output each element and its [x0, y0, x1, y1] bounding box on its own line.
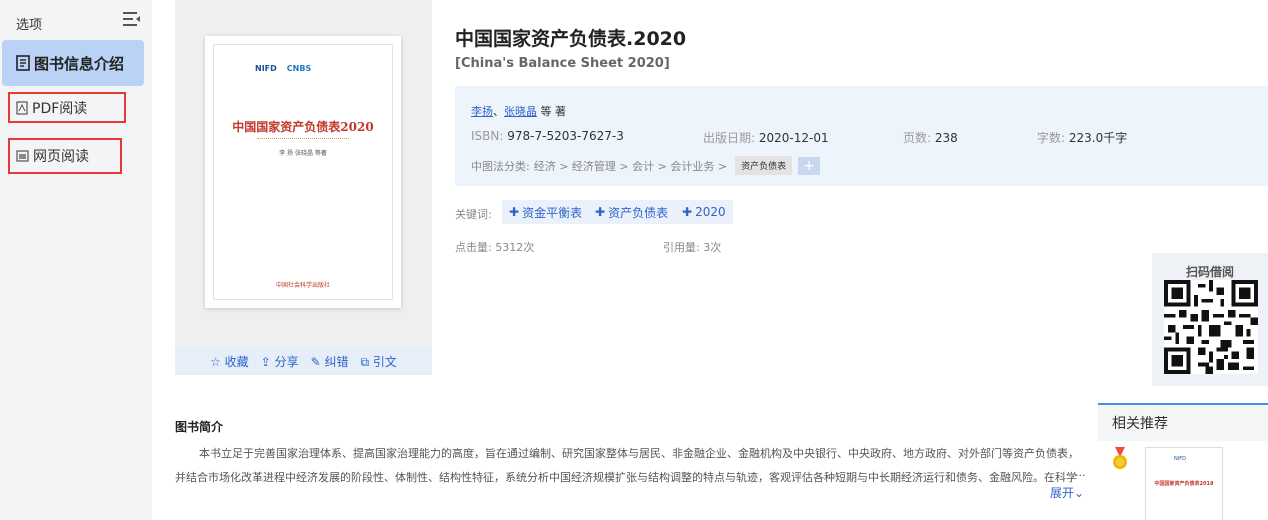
isbn-value: 978-7-5203-7627-3 — [507, 129, 624, 143]
share-label: 分享 — [274, 354, 299, 369]
cover-publisher: 中国社会科学出版社 — [275, 282, 330, 289]
share-icon: ⇪ — [260, 354, 271, 369]
related-book-logo: NIFD — [1174, 456, 1186, 462]
correct-error-button[interactable]: ✎ 纠错 — [311, 353, 349, 370]
classification: 中图法分类: 经济 > 经济管理 > 会计 > 会计业务 > 资产负债表 + — [471, 156, 821, 175]
medal-icon — [1113, 447, 1127, 469]
expand-label: 展开 — [1050, 486, 1075, 500]
intro-text: 本书立足于完善国家治理体系、提高国家治理能力的高度，旨在通过编制、研究国家整体与… — [175, 447, 1079, 484]
author-suffix: 等 著 — [537, 105, 566, 118]
sidebar-item-pdf-read[interactable]: PDF阅读 — [8, 92, 126, 123]
book-info-box: 李扬、张晓晶 等 著 ISBN: 978-7-5203-7627-3 出版日期:… — [455, 86, 1268, 186]
keyword-tag[interactable]: ✚ 资产负债表 — [588, 200, 676, 224]
favorite-button[interactable]: ☆ 收藏 — [210, 353, 249, 370]
cover-action-bar: ☆ 收藏 ⇪ 分享 ✎ 纠错 ⧉ 引文 — [175, 347, 432, 375]
pdf-icon — [16, 100, 28, 115]
sidebar-item-book-info[interactable]: 图书信息介绍 — [2, 40, 144, 86]
keyword-tag[interactable]: ✚ 资金平衡表 — [502, 200, 590, 224]
publish-date-value: 2020-12-01 — [758, 131, 829, 145]
book-authors: 李扬、张晓晶 等 著 — [471, 103, 566, 119]
intro-ellipsis: ... — [1075, 466, 1086, 479]
cite-label: 引文 — [372, 354, 397, 369]
quote-icon: ⧉ — [360, 354, 370, 369]
keywords-label: 关键词: — [455, 208, 492, 221]
star-icon: ☆ — [210, 354, 221, 369]
book-info-icon — [16, 55, 30, 71]
publish-date-label: 出版日期: — [703, 131, 756, 145]
citation-count: 引用量: 3次 — [663, 241, 722, 254]
isbn-field: ISBN: 978-7-5203-7627-3 — [471, 129, 624, 143]
cover-divider — [257, 138, 349, 139]
related-book-thumbnail[interactable]: NIFD 中国国家资产负债表2018 — [1145, 447, 1223, 520]
click-count: 点击量: 5312次 — [455, 241, 535, 254]
correct-error-label: 纠错 — [324, 354, 349, 369]
keyword-label: 资金平衡表 — [522, 205, 583, 220]
classification-label: 中图法分类: — [471, 159, 530, 173]
nifd-logo: NIFD — [255, 64, 277, 73]
book-subtitle: [China's Balance Sheet 2020] — [455, 56, 670, 71]
related-book-title: 中国国家资产负债表2018 — [1154, 481, 1214, 487]
word-count-label: 字数: — [1037, 131, 1066, 145]
expand-classification-button[interactable]: + — [798, 156, 821, 175]
cnbs-logo: CNBS — [286, 64, 312, 73]
share-button[interactable]: ⇪ 分享 — [261, 353, 299, 370]
collapse-menu-icon[interactable] — [122, 10, 142, 28]
author-link[interactable]: 李扬 — [471, 105, 493, 118]
expand-intro-button[interactable]: 展开⌄ — [1050, 484, 1084, 501]
plus-icon: ✚ — [509, 205, 520, 219]
sidebar-item-label: 网页阅读 — [33, 149, 89, 165]
plus-icon: ✚ — [595, 205, 606, 219]
isbn-label: ISBN: — [471, 129, 504, 143]
publish-date-field: 出版日期: 2020-12-01 — [703, 129, 829, 146]
cite-button[interactable]: ⧉ 引文 — [361, 353, 397, 370]
book-cover[interactable]: NIFD CNBS 中国国家资产负债表2020 李 扬 张晓晶 等著 中国社会科… — [205, 36, 401, 308]
author-link[interactable]: 张晓晶 — [504, 105, 537, 118]
keyword-label: 2020 — [695, 205, 726, 219]
sidebar-item-label: PDF阅读 — [32, 100, 88, 117]
pages-value: 238 — [934, 131, 958, 145]
qr-title: 扫码借阅 — [1185, 265, 1234, 279]
book-title: 中国国家资产负债表.2020 — [455, 28, 687, 50]
sidebar-item-label: 图书信息介绍 — [34, 54, 125, 73]
cover-logos: NIFD CNBS — [255, 64, 311, 73]
pages-label: 页数: — [903, 131, 932, 145]
word-count-field: 字数: 223.0千字 — [1037, 129, 1127, 146]
sidebar-item-web-read[interactable]: 网页阅读 — [8, 138, 122, 174]
cover-frame — [213, 44, 393, 300]
keyword-label: 资产负债表 — [608, 205, 669, 220]
classification-tag[interactable]: 资产负债表 — [735, 156, 793, 175]
related-recommendations: 相关推荐 NIFD 中国国家资产负债表2018 — [1098, 403, 1268, 520]
edit-icon: ✎ — [310, 354, 321, 369]
related-title: 相关推荐 — [1098, 405, 1268, 441]
cover-panel: NIFD CNBS 中国国家资产负债表2020 李 扬 张晓晶 等著 中国社会科… — [175, 0, 432, 375]
chevron-down-icon: ⌄ — [1074, 486, 1085, 500]
author-separator: 、 — [493, 105, 504, 118]
sidebar: 选项 图书信息介绍 PDF阅读 网页阅读 — [0, 0, 152, 520]
classification-path[interactable]: 经济 > 经济管理 > 会计 > 会计业务 > — [534, 158, 727, 174]
word-count-value: 223.0千字 — [1068, 131, 1128, 145]
pages-field: 页数: 238 — [903, 129, 958, 146]
keyword-tag[interactable]: ✚ 2020 — [675, 200, 733, 224]
cover-title: 中国国家资产负债表2020 — [232, 120, 374, 134]
qr-code-icon[interactable] — [1164, 280, 1258, 374]
favorite-label: 收藏 — [224, 354, 249, 369]
web-page-icon — [16, 150, 29, 162]
sidebar-header: 选项 — [16, 18, 43, 33]
qr-borrow-panel: 扫码借阅 — [1152, 253, 1268, 386]
plus-icon: ✚ — [682, 205, 693, 219]
intro-title: 图书简介 — [175, 420, 224, 434]
cover-authors: 李 扬 张晓晶 等著 — [279, 150, 327, 157]
